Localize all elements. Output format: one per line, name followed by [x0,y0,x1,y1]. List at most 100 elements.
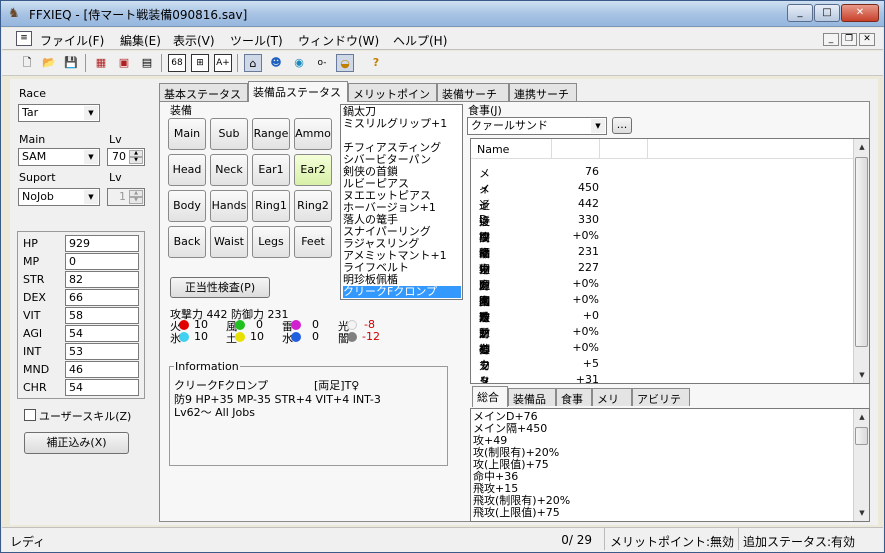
summary-text[interactable]: メインD+76 メイン隔+450 攻+49 攻(制限有)+20% 攻(上限值)+… [470,408,870,522]
stat-value: 66 [65,289,139,306]
dropdown-arrow-icon[interactable]: ▼ [591,119,605,133]
slot-ring2[interactable]: Ring2 [294,190,332,222]
menu-file[interactable]: ファイル(F) [40,32,104,49]
stat-name: DEX [23,291,46,304]
spin-up-icon[interactable]: ▲ [129,150,143,157]
scroll-up-icon[interactable]: ▲ [854,409,869,425]
slot-ear2[interactable]: Ear2 [294,154,332,186]
main-job-value: SAM [22,150,47,163]
menu-tools[interactable]: ツール(T) [230,32,283,49]
slot-body[interactable]: Body [168,190,206,222]
equipment-list[interactable]: 鍋太刀 ミスリルグリップ+1 チフィアスティング シバービターパン 剣侠の首鎖 … [340,104,463,300]
text-plus-icon[interactable]: A+ [214,54,232,72]
dropdown-arrow-icon[interactable]: ▼ [84,106,98,120]
food-more-button[interactable]: ... [612,117,632,134]
list-item-selected[interactable]: クリークFクロンプ [343,286,461,298]
user-skill-checkbox[interactable] [24,409,36,421]
slot-legs[interactable]: Legs [252,226,290,258]
save-icon[interactable]: 💾 [62,54,80,72]
support-job-select[interactable]: NoJob ▼ [18,188,100,206]
globe-icon[interactable]: ◉ [290,54,308,72]
house-icon[interactable]: ⌂ [244,54,262,72]
main-lv-spinner[interactable]: 70 ▲ ▼ [107,148,145,166]
new-file-icon[interactable]: 🗋 [18,54,36,72]
menu-edit[interactable]: 編集(E) [120,32,161,49]
tab-merit[interactable]: メリポ [592,388,632,422]
validate-button[interactable]: 正当性検査(P) [170,277,270,298]
slot-back[interactable]: Back [168,226,206,258]
document-icon[interactable]: ≡ [16,31,32,46]
stamp-icon[interactable]: ▣ [115,54,133,72]
tab-equipment[interactable]: 装備品 [508,388,556,406]
key-icon[interactable]: o- [313,54,331,72]
slot-waist[interactable]: Waist [210,226,248,258]
food-label: 食事(J) [468,104,502,117]
mdi-restore-icon[interactable]: ❐ [841,33,857,46]
tab-chain-search[interactable]: 連携サーチ [509,83,577,101]
scroll-thumb[interactable] [855,157,868,347]
stats-scrollbar[interactable]: ▲ ▼ [853,139,869,383]
apply-correction-button[interactable]: 補正込み(X) [24,432,129,454]
scroll-up-icon[interactable]: ▲ [854,139,869,155]
stat-name: HP [23,237,38,250]
slot-head[interactable]: Head [168,154,206,186]
scroll-down-icon[interactable]: ▼ [854,505,869,521]
menu-view[interactable]: 表示(V) [173,32,215,49]
tab-equip-search[interactable]: 装備サーチ [437,83,509,101]
main-lv-value: 70 [112,150,126,163]
maximize-button[interactable]: □ [814,4,840,22]
slot-neck[interactable]: Neck [210,154,248,186]
close-button[interactable]: ✕ [841,4,879,22]
face-icon[interactable]: ☻ [267,54,285,72]
grid-icon[interactable]: ⊞ [191,54,209,72]
tab-equipment-status[interactable]: 装備品ステータス [248,81,348,102]
slot-sub[interactable]: Sub [210,118,248,150]
scroll-down-icon[interactable]: ▼ [854,367,869,383]
scroll-thumb[interactable] [855,427,868,445]
slot-ring1[interactable]: Ring1 [252,190,290,222]
equip-book-icon[interactable]: ▦ [92,54,110,72]
support-lv-spinner[interactable]: 1 ▲ ▼ [107,188,145,206]
slot-feet[interactable]: Feet [294,226,332,258]
main-job-select[interactable]: SAM ▼ [18,148,100,166]
spin-down-icon[interactable]: ▼ [129,157,143,164]
food-select[interactable]: クァールサンド ▼ [467,117,607,135]
summary-tabs: 総合 装備品 食事 メリポ アビリティ [472,386,732,422]
minimize-button[interactable]: _ [787,4,813,22]
help-icon[interactable]: ? [367,54,385,72]
window-icon[interactable]: ▤ [138,54,156,72]
tab-summary[interactable]: 総合 [472,386,508,407]
slot-ammo[interactable]: Ammo [294,118,332,150]
light-dot-icon [347,320,357,330]
computed-stats-list[interactable]: Name メインD 76 メイン間隔 450 近接攻撃力 442 近接命中力 330 ク… [470,138,870,384]
spin-down-icon[interactable]: ▼ [129,197,143,204]
tab-merit-points[interactable]: メリットポイント [348,83,437,117]
main-lv-label: Lv [109,133,122,146]
tab-ability[interactable]: アビリティ [632,388,690,422]
mdi-close-icon[interactable]: ✕ [859,33,875,46]
title-bar[interactable]: ♞ FFXIEQ - [侍マート戦装備090816.sav] _ □ ✕ [1,1,884,27]
menu-help[interactable]: ヘルプ(H) [393,32,447,49]
tab-food[interactable]: 食事 [556,388,592,406]
dropdown-arrow-icon[interactable]: ▼ [84,190,98,204]
summary-scrollbar[interactable]: ▲ ▼ [853,409,869,521]
column-header-name[interactable]: Name [477,143,509,156]
information-label: Information [174,360,240,373]
slot-main[interactable]: Main [168,118,206,150]
slot-hands[interactable]: Hands [210,190,248,222]
mdi-minimize-icon[interactable]: _ [823,33,839,46]
food-icon[interactable]: ◒ [336,54,354,72]
open-folder-icon[interactable]: 📂 [40,54,58,72]
counter-icon[interactable]: 68 [168,54,186,72]
race-select[interactable]: Tar ▼ [18,104,100,122]
spin-up-icon[interactable]: ▲ [129,190,143,197]
tab-basic-status[interactable]: 基本ステータス [159,83,248,101]
menu-window[interactable]: ウィンドウ(W) [298,32,379,49]
stat-name: MND [23,363,50,376]
list-item[interactable]: ミスリルグリップ+1 [343,118,447,130]
main-label: Main [19,133,46,146]
slot-range[interactable]: Range [252,118,290,150]
slot-ear1[interactable]: Ear1 [252,154,290,186]
dropdown-arrow-icon[interactable]: ▼ [84,150,98,164]
stat-value: 58 [65,307,139,324]
